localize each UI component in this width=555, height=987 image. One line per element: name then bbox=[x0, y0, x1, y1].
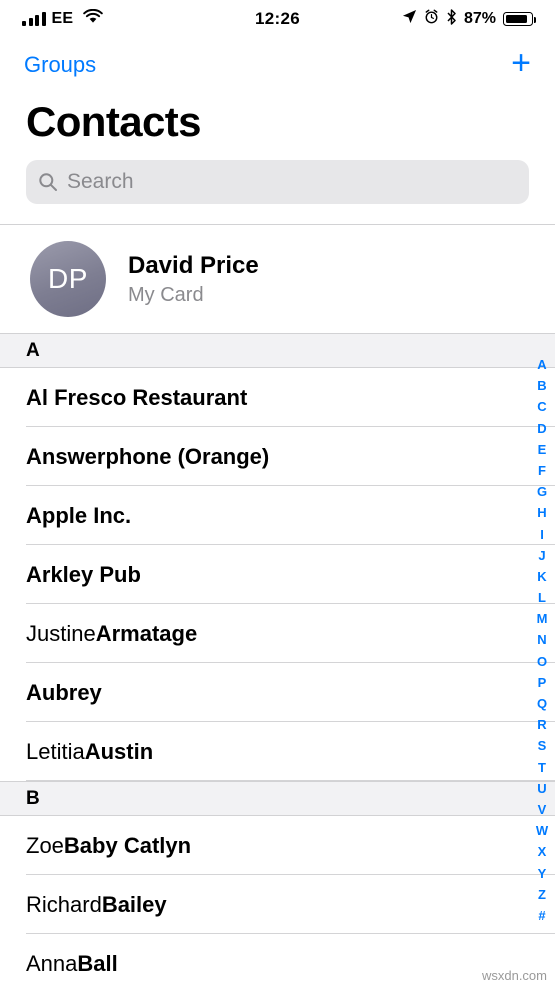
index-letter-hash[interactable]: # bbox=[535, 905, 549, 926]
my-card-name: David Price bbox=[128, 251, 259, 279]
index-letter-k[interactable]: K bbox=[535, 566, 549, 587]
index-letter-u[interactable]: U bbox=[535, 778, 549, 799]
search-icon bbox=[38, 172, 58, 192]
my-card-text: David Price My Card bbox=[128, 252, 259, 307]
index-letter-s[interactable]: S bbox=[535, 735, 549, 756]
groups-button[interactable]: Groups bbox=[24, 52, 96, 78]
index-letter-g[interactable]: G bbox=[535, 481, 549, 502]
list-item[interactable]: Letitia Austin bbox=[0, 722, 555, 781]
contact-first-name: Richard bbox=[26, 891, 102, 917]
section-header-b: B bbox=[0, 781, 555, 816]
page-title: Contacts bbox=[26, 98, 201, 145]
contact-last-name: Apple Inc. bbox=[26, 502, 132, 528]
index-letter-y[interactable]: Y bbox=[535, 863, 549, 884]
contacts-list: A Al Fresco Restaurant Answerphone (Oran… bbox=[0, 333, 555, 987]
avatar: DP bbox=[30, 241, 106, 317]
index-letter-p[interactable]: P bbox=[535, 672, 549, 693]
search-container: Search bbox=[0, 160, 555, 224]
search-placeholder: Search bbox=[67, 170, 134, 193]
my-card-subtitle: My Card bbox=[128, 283, 204, 306]
list-item[interactable]: Anna Ball bbox=[0, 934, 555, 987]
contact-last-name: Arkley Pub bbox=[26, 561, 141, 587]
index-letter-z[interactable]: Z bbox=[535, 884, 549, 905]
index-letter-q[interactable]: Q bbox=[535, 693, 549, 714]
index-letter-r[interactable]: R bbox=[535, 714, 549, 735]
index-letter-i[interactable]: I bbox=[535, 524, 549, 545]
status-bar: EE 12:26 87% bbox=[0, 0, 555, 38]
contact-last-name: Aubrey bbox=[26, 679, 102, 705]
index-letter-v[interactable]: V bbox=[535, 799, 549, 820]
contact-first-name: Zoe bbox=[26, 832, 64, 858]
contact-last-name: Ball bbox=[77, 950, 118, 976]
contacts-screen: EE 12:26 87% Groups + Contacts Search DP… bbox=[0, 0, 555, 987]
section-index-bar[interactable]: A B C D E F G H I J K L M N O P Q R S T U V W X Y Z # bbox=[535, 354, 549, 926]
contact-last-name: Armatage bbox=[95, 620, 198, 646]
index-letter-f[interactable]: F bbox=[535, 460, 549, 481]
contact-last-name: Al Fresco Restaurant bbox=[26, 384, 248, 410]
contact-first-name: Letitia bbox=[26, 738, 85, 764]
index-letter-t[interactable]: T bbox=[535, 757, 549, 778]
list-item[interactable]: Zoe Baby Catlyn bbox=[0, 816, 555, 875]
my-card-row[interactable]: DP David Price My Card bbox=[0, 225, 555, 333]
index-letter-c[interactable]: C bbox=[535, 396, 549, 417]
index-letter-e[interactable]: E bbox=[535, 439, 549, 460]
list-item[interactable]: Arkley Pub bbox=[0, 545, 555, 604]
list-item[interactable]: Al Fresco Restaurant bbox=[0, 368, 555, 427]
contact-last-name: Bailey bbox=[101, 891, 167, 917]
list-item[interactable]: Aubrey bbox=[0, 663, 555, 722]
add-contact-button[interactable]: + bbox=[511, 46, 531, 84]
list-item[interactable]: Justine Armatage bbox=[0, 604, 555, 663]
contact-first-name: Justine bbox=[26, 620, 96, 646]
battery-icon bbox=[503, 12, 536, 26]
list-item[interactable]: Apple Inc. bbox=[0, 486, 555, 545]
index-letter-m[interactable]: M bbox=[535, 608, 549, 629]
list-item[interactable]: Richard Bailey bbox=[0, 875, 555, 934]
index-letter-w[interactable]: W bbox=[535, 820, 549, 841]
index-letter-j[interactable]: J bbox=[535, 545, 549, 566]
status-bar-clock: 12:26 bbox=[255, 9, 300, 28]
index-letter-d[interactable]: D bbox=[535, 418, 549, 439]
index-letter-o[interactable]: O bbox=[535, 651, 549, 672]
index-letter-l[interactable]: L bbox=[535, 587, 549, 608]
list-item[interactable]: Answerphone (Orange) bbox=[0, 427, 555, 486]
index-letter-h[interactable]: H bbox=[535, 502, 549, 523]
contact-last-name: Austin bbox=[84, 738, 154, 764]
contact-first-name: Anna bbox=[26, 950, 78, 976]
search-field[interactable]: Search bbox=[26, 160, 529, 204]
contact-last-name: Baby Catlyn bbox=[63, 832, 192, 858]
section-header-a: A bbox=[0, 333, 555, 368]
watermark: wsxdn.com bbox=[481, 968, 547, 983]
index-letter-a[interactable]: A bbox=[535, 354, 549, 375]
index-letter-b[interactable]: B bbox=[535, 375, 549, 396]
index-letter-x[interactable]: X bbox=[535, 841, 549, 862]
contact-last-name: Answerphone (Orange) bbox=[26, 443, 270, 469]
navigation-bar: Groups + bbox=[0, 38, 555, 92]
index-letter-n[interactable]: N bbox=[535, 629, 549, 650]
